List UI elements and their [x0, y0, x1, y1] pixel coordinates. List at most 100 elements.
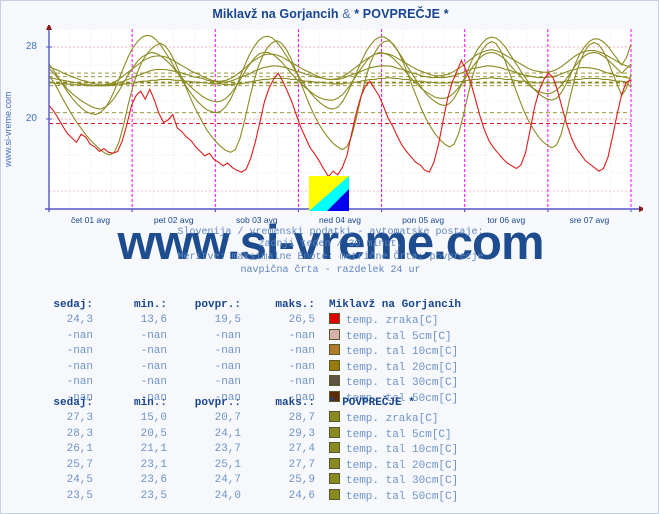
table-row: 24,5 23,6 24,7 25,9 temp. tal 30cm[C]	[31, 473, 458, 489]
spacer	[315, 473, 329, 489]
series-legend-entry: temp. tal 30cm[C]	[329, 375, 461, 391]
x-axis-tick-label: tor 06 avg	[487, 215, 526, 225]
cell-povpr: 24,1	[214, 427, 241, 440]
y-axis-tick-label: 28	[25, 41, 37, 52]
title-station: Miklavž na Gorjancih	[212, 7, 339, 21]
table-row: 27,3 15,0 20,7 28,7 temp. zraka[C]	[31, 411, 458, 427]
spacer	[315, 395, 329, 411]
table-row: -nan -nan -nan -nan temp. tal 30cm[C]	[31, 375, 461, 391]
spacer	[315, 457, 329, 473]
cell-povpr: 24,7	[214, 474, 241, 487]
legend-swatch-icon	[329, 328, 340, 340]
cell-sedaj: 26,1	[66, 443, 93, 456]
spacer	[315, 411, 329, 427]
station-data-table: sedaj: min.: povpr.: maks.: Miklavž na Gorja…	[31, 297, 461, 406]
x-axis-tick-label: pon 05 avg	[402, 215, 445, 225]
cell-min: 20,5	[140, 427, 167, 440]
spacer	[315, 359, 329, 375]
cell-min: -nan	[140, 329, 167, 342]
cell-povpr: -nan	[214, 360, 241, 373]
cell-min: 13,6	[140, 314, 167, 327]
cell-maks: 27,4	[288, 443, 315, 456]
series-legend-entry: temp. zraka[C]	[329, 313, 461, 329]
spacer	[315, 328, 329, 344]
table-row: 28,3 20,5 24,1 29,3 temp. tal 5cm[C]	[31, 426, 458, 442]
table-header-row: sedaj: min.: povpr.: maks.: Miklavž na Gorja…	[31, 297, 461, 313]
spacer	[315, 442, 329, 458]
series-legend-entry: temp. tal 30cm[C]	[329, 473, 458, 489]
cell-maks: 25,9	[288, 474, 315, 487]
series-legend-entry: temp. tal 10cm[C]	[329, 344, 461, 360]
cell-povpr: 20,7	[214, 412, 241, 425]
cell-sedaj: 27,3	[66, 412, 93, 425]
group-name: Miklavž na Gorjancih	[329, 298, 462, 311]
cell-min: 23,1	[140, 458, 167, 471]
series-legend-entry: temp. tal 20cm[C]	[329, 359, 461, 375]
cell-maks: 29,3	[288, 427, 315, 440]
legend-swatch-icon	[329, 313, 340, 325]
x-axis-tick-label: sob 03 avg	[236, 215, 278, 225]
legend-swatch-icon	[329, 344, 340, 356]
weather-chart-page: Miklavž na Gorjancih & * POVPREČJE * www…	[0, 0, 659, 514]
x-axis-tick-label: sre 07 avg	[569, 215, 610, 225]
series-legend-entry: temp. tal 10cm[C]	[329, 442, 458, 458]
cell-min: -nan	[140, 376, 167, 389]
caption-line-3: Meritve: maksimalne Enote: metrične Črta…	[177, 252, 484, 263]
group-name: * POVPREČJE *	[329, 396, 415, 409]
legend-swatch-icon	[329, 426, 340, 438]
table-row: -nan -nan -nan -nan temp. tal 5cm[C]	[31, 328, 461, 344]
caption-line-1: Slovenija / vremenski podatki - avtomats…	[177, 227, 484, 238]
cell-min: -nan	[140, 360, 167, 373]
cell-maks: 28,7	[288, 412, 315, 425]
col-header-sedaj: sedaj:	[53, 396, 93, 409]
cell-maks: -nan	[288, 329, 315, 342]
table-header-row: sedaj: min.: povpr.: maks.: * POVPREČJE *	[31, 395, 458, 411]
y-axis-tick-label: 20	[25, 113, 37, 124]
caption-line-4: navpična črta - razdelek 24 ur	[240, 265, 421, 276]
table-row: 25,7 23,1 25,1 27,7 temp. tal 20cm[C]	[31, 457, 458, 473]
col-header-min: min.:	[133, 396, 167, 409]
spacer	[315, 297, 329, 313]
cell-povpr: 25,1	[214, 458, 241, 471]
cell-min: 21,1	[140, 443, 167, 456]
series-legend-entry: temp. tal 5cm[C]	[329, 426, 458, 442]
legend-swatch-icon	[329, 442, 340, 454]
table-row: -nan -nan -nan -nan temp. tal 20cm[C]	[31, 359, 461, 375]
cell-povpr: 23,7	[214, 443, 241, 456]
cell-sedaj: 25,7	[66, 458, 93, 471]
cell-sedaj: -nan	[66, 360, 93, 373]
legend-swatch-icon	[329, 457, 340, 469]
cell-povpr: 19,5	[214, 314, 241, 327]
x-axis-tick-label: ned 04 avg	[318, 215, 362, 225]
cell-povpr: -nan	[214, 376, 241, 389]
cell-min: 23,5	[140, 489, 167, 502]
col-header-maks: maks.:	[275, 298, 315, 311]
cell-sedaj: 28,3	[66, 427, 93, 440]
x-axis-tick-label: čet 01 avg	[70, 215, 111, 225]
cell-min: 15,0	[140, 412, 167, 425]
col-header-povpr: povpr.:	[194, 396, 241, 409]
cell-maks: 24,6	[288, 489, 315, 502]
average-data-table: sedaj: min.: povpr.: maks.: * POVPREČJE * 27,…	[31, 395, 458, 504]
col-header-povpr: povpr.:	[194, 298, 241, 311]
series-legend-entry: temp. tal 20cm[C]	[329, 457, 458, 473]
col-header-maks: maks.:	[275, 396, 315, 409]
site-vertical-label: www.si-vreme.com	[3, 91, 13, 167]
cell-maks: -nan	[288, 345, 315, 358]
cell-min: 23,6	[140, 474, 167, 487]
cell-maks: -nan	[288, 360, 315, 373]
cell-maks: -nan	[288, 376, 315, 389]
cell-sedaj: -nan	[66, 329, 93, 342]
spacer	[315, 375, 329, 391]
series-legend-entry: temp. zraka[C]	[329, 411, 458, 427]
cell-sedaj: 24,5	[66, 474, 93, 487]
cell-sedaj: 23,5	[66, 489, 93, 502]
col-header-min: min.:	[133, 298, 167, 311]
spacer	[315, 426, 329, 442]
cell-povpr: -nan	[214, 345, 241, 358]
series-legend-entry: temp. tal 50cm[C]	[329, 488, 458, 504]
title-average: * POVPREČJE *	[354, 7, 449, 21]
x-axis-tick-label: pet 02 avg	[153, 215, 194, 225]
cell-sedaj: -nan	[66, 345, 93, 358]
cell-povpr: 24,0	[214, 489, 241, 502]
